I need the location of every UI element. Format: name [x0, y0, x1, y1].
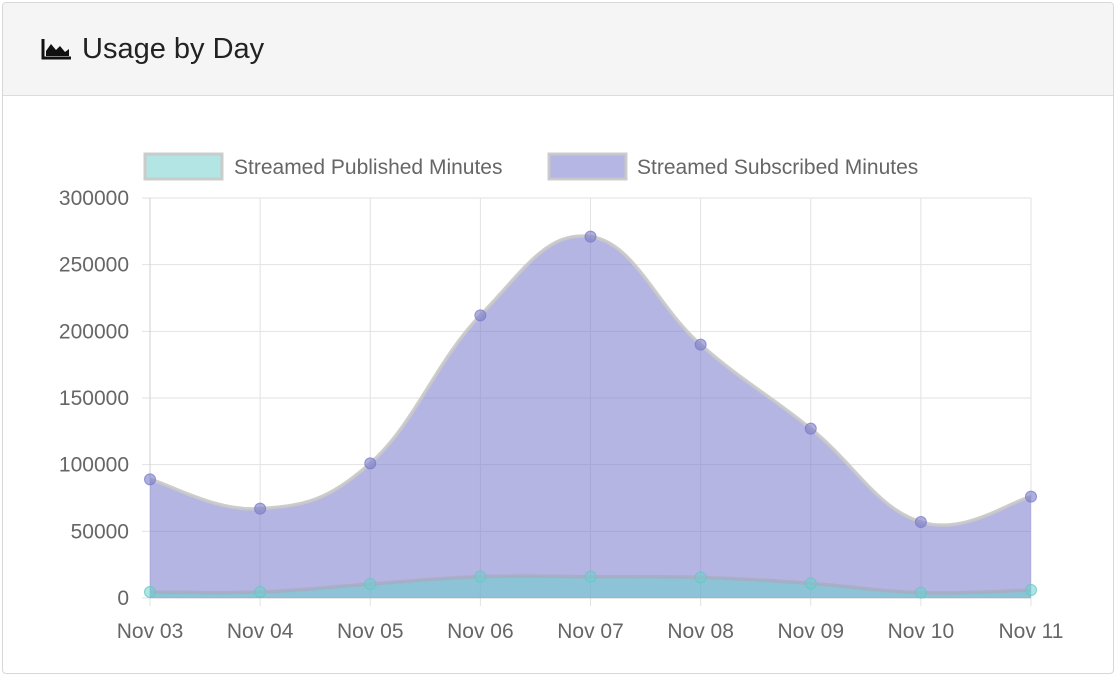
y-tick-label: 150000: [59, 387, 129, 410]
data-point: [804, 422, 817, 435]
data-point: [474, 570, 487, 583]
data-point: [694, 571, 707, 584]
data-point: [584, 230, 597, 243]
x-tick-label: Nov 10: [888, 620, 955, 643]
data-point: [144, 473, 156, 486]
y-tick-label: 200000: [59, 320, 129, 343]
y-tick-label: 300000: [59, 187, 129, 210]
x-tick-label: Nov 03: [117, 620, 184, 643]
y-tick-label: 50000: [71, 520, 129, 543]
data-point: [694, 338, 707, 351]
data-point: [1025, 490, 1037, 503]
data-point: [364, 457, 377, 470]
data-point: [914, 586, 927, 599]
data-point: [474, 309, 487, 322]
legend-label: Streamed Published Minutes: [234, 156, 502, 179]
legend-swatch: [547, 152, 628, 181]
x-tick-label: Nov 04: [227, 620, 294, 643]
x-tick-label: Nov 05: [337, 620, 404, 643]
y-tick-label: 0: [117, 587, 129, 610]
data-point: [804, 577, 817, 590]
x-tick-label: Nov 08: [667, 620, 734, 643]
data-point: [914, 516, 927, 528]
y-tick-label: 100000: [59, 454, 129, 477]
data-point: [364, 578, 377, 590]
legend-swatch: [143, 152, 224, 181]
x-tick-label: Nov 11: [999, 620, 1064, 643]
data-point: [254, 502, 267, 515]
data-point: [1025, 584, 1037, 596]
usage-area-chart: 300000 250000 200000 150000 100000 50000 0 Nov …: [59, 152, 1064, 643]
legend-label: Streamed Subscribed Minutes: [637, 156, 918, 179]
data-point: [584, 570, 597, 583]
data-point: [144, 586, 156, 598]
series-area-subscribed: [150, 236, 1031, 598]
x-tick-label: Nov 07: [557, 620, 624, 643]
data-point: [254, 586, 267, 598]
x-tick-label: Nov 06: [447, 620, 514, 643]
y-tick-label: 250000: [59, 254, 129, 277]
x-tick-label: Nov 09: [777, 620, 844, 643]
chart-container: 300000 250000 200000 150000 100000 50000 0 Nov …: [0, 0, 1116, 678]
